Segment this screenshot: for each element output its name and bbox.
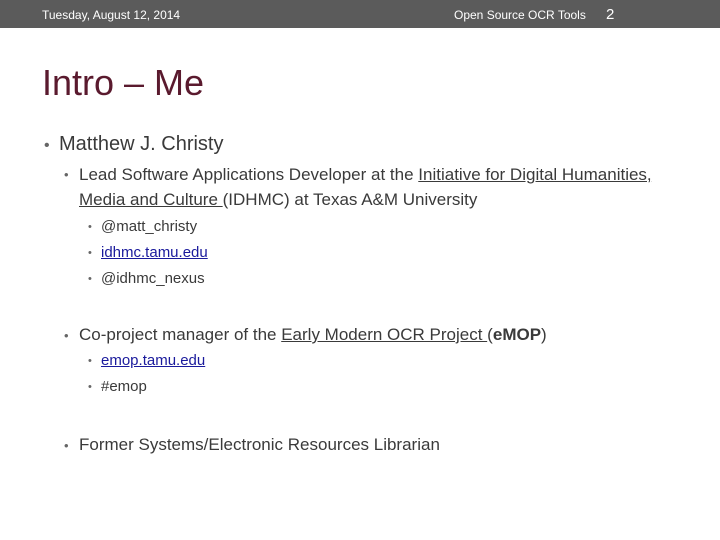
role-idhmc-suffix: (IDHMC) at Texas A&M University	[222, 190, 478, 209]
bullet-dot-icon: •	[64, 167, 69, 182]
bullet-dot-icon: •	[88, 381, 92, 393]
role-idhmc-prefix: Lead Software Applications Developer at …	[79, 165, 419, 184]
bullet-dot-icon: •	[64, 328, 69, 343]
page-number: 2	[606, 6, 615, 23]
emop-acronym-mop: MOP	[502, 325, 542, 344]
header-date: Tuesday, August 12, 2014	[42, 8, 181, 22]
header-bar: Tuesday, August 12, 2014 Open Source OCR…	[0, 0, 720, 28]
twitter-handle: @matt_christy	[101, 218, 198, 235]
role-emop-prefix: Co-project manager of the	[79, 325, 282, 344]
emop-acronym-e: e	[492, 325, 503, 344]
role-emop: Co-project manager of the Early Modern O…	[79, 322, 547, 347]
idhmc-website-link[interactable]: idhmc.tamu.edu	[101, 244, 208, 261]
bullet-dot-icon: •	[44, 137, 50, 154]
paren-close: )	[541, 325, 547, 344]
idhmc-nexus-handle: @idhmc_nexus	[101, 270, 205, 287]
bullet-dot-icon: •	[64, 438, 69, 453]
presenter-name: Matthew J. Christy	[59, 133, 224, 155]
bullet-dot-icon: •	[88, 355, 92, 367]
bullet-dot-icon: •	[88, 273, 92, 285]
header-deck-title: Open Source OCR Tools	[454, 8, 586, 22]
emop-hashtag: #emop	[101, 378, 147, 395]
role-idhmc: Lead Software Applications Developer at …	[79, 162, 679, 212]
emop-website-link[interactable]: emop.tamu.edu	[101, 352, 205, 369]
bullet-dot-icon: •	[88, 221, 92, 233]
emop-project-link[interactable]: Early Modern OCR Project	[281, 325, 487, 344]
slide-title: Intro – Me	[42, 62, 205, 103]
role-librarian: Former Systems/Electronic Resources Libr…	[79, 435, 440, 454]
bullet-dot-icon: •	[88, 247, 92, 259]
